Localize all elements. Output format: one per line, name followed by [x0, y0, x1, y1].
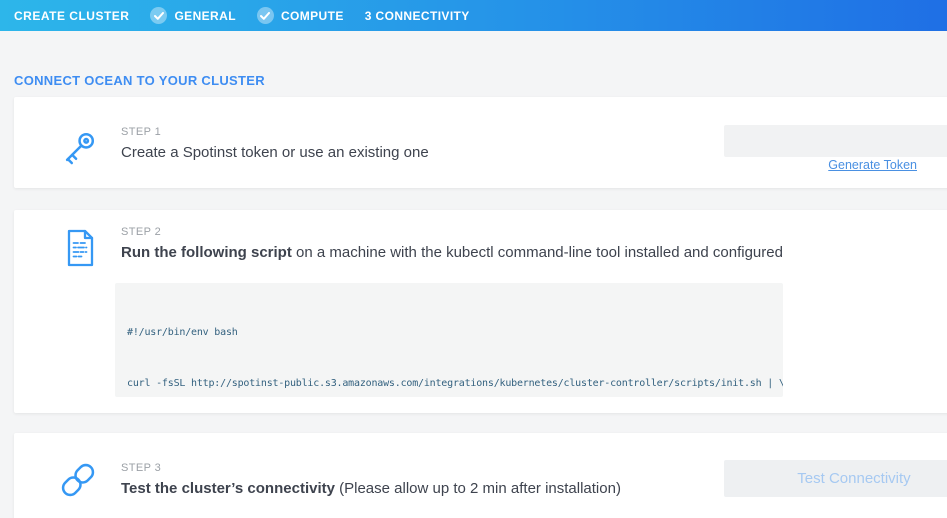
key-icon — [56, 127, 100, 171]
step3-text-bold: Test the cluster’s connectivity — [121, 480, 335, 497]
code-line: curl -fsSL http://spotinst-public.s3.ama… — [127, 375, 771, 392]
document-icon — [60, 227, 100, 269]
code-line: #!/usr/bin/env bash — [127, 324, 771, 341]
step2-label: STEP 2 — [121, 226, 161, 238]
check-icon — [150, 7, 167, 24]
test-connectivity-button[interactable]: Test Connectivity — [724, 460, 947, 497]
wizard-header: CREATE CLUSTER GENERAL COMPUTE 3 CONNECT… — [0, 0, 947, 31]
step3-text: Test the cluster’s connectivity (Please … — [121, 480, 621, 497]
check-icon — [257, 7, 274, 24]
tab-connectivity[interactable]: 3 CONNECTIVITY — [365, 9, 470, 23]
step1-label: STEP 1 — [121, 126, 161, 138]
wizard-title: CREATE CLUSTER — [14, 9, 129, 23]
tab-general[interactable]: GENERAL — [150, 7, 235, 24]
create-cluster-wizard: CREATE CLUSTER GENERAL COMPUTE 3 CONNECT… — [0, 0, 947, 518]
token-input[interactable] — [724, 125, 947, 157]
step1-card: STEP 1 Create a Spotinst token or use an… — [14, 97, 947, 188]
step3-label: STEP 3 — [121, 462, 161, 474]
step3-card: STEP 3 Test the cluster’s connectivity (… — [14, 433, 947, 518]
step2-text-bold: Run the following script — [121, 244, 292, 261]
tab-label-connectivity: 3 CONNECTIVITY — [365, 9, 470, 23]
step3-text-rest: (Please allow up to 2 min after installa… — [335, 480, 621, 497]
install-script-code-block[interactable]: #!/usr/bin/env bash curl -fsSL http://sp… — [115, 283, 783, 397]
tab-compute[interactable]: COMPUTE — [257, 7, 344, 24]
link-icon — [56, 458, 100, 502]
step2-text-rest: on a machine with the kubectl command-li… — [292, 244, 783, 261]
step2-card: STEP 2 Run the following script on a mac… — [14, 210, 947, 413]
tab-label-general: GENERAL — [174, 9, 235, 23]
generate-token-link[interactable]: Generate Token — [724, 158, 917, 172]
step2-text: Run the following script on a machine wi… — [121, 244, 783, 261]
page-title: CONNECT OCEAN TO YOUR CLUSTER — [14, 73, 265, 88]
tab-label-compute: COMPUTE — [281, 9, 344, 23]
step1-text: Create a Spotinst token or use an existi… — [121, 144, 429, 161]
